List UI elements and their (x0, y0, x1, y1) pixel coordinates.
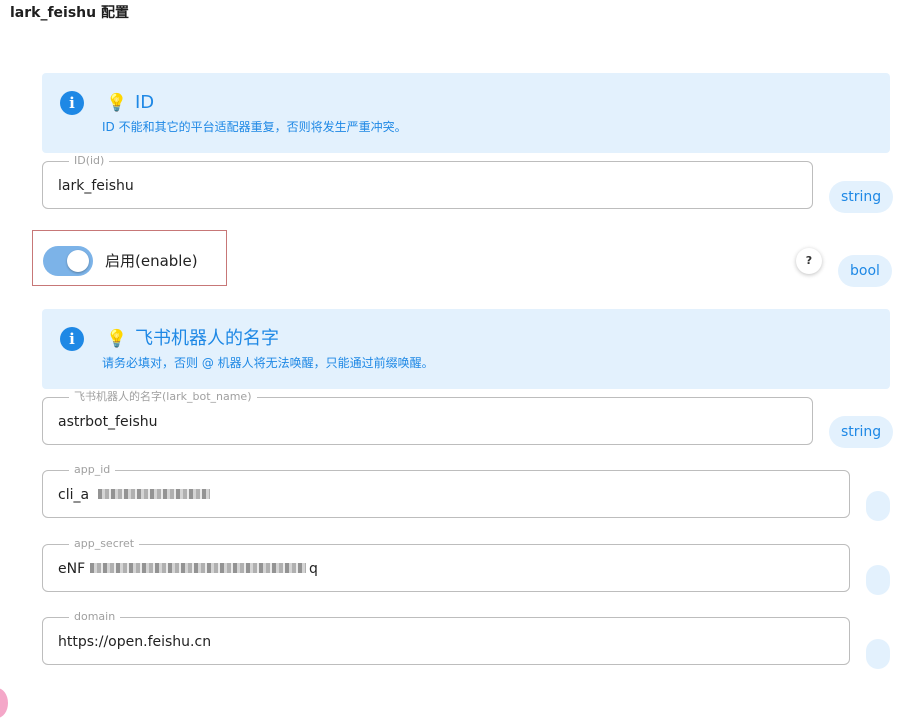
info-icon: i (60, 91, 84, 115)
bot-name-field[interactable]: 飞书机器人的名字(lark_bot_name) (42, 390, 813, 445)
app-id-type-chip (866, 491, 890, 521)
bot-name-field-label: 飞书机器人的名字(lark_bot_name) (69, 390, 257, 404)
id-info-description: ID 不能和其它的平台适配器重复，否则将发生严重冲突。 (102, 120, 407, 134)
app-secret-type-chip (866, 565, 890, 595)
info-icon: i (60, 327, 84, 351)
domain-field[interactable]: domain (42, 610, 850, 665)
redacted-text (90, 563, 306, 573)
id-info-box: i 💡 ID ID 不能和其它的平台适配器重复，否则将发生严重冲突。 (42, 73, 890, 153)
domain-input[interactable] (58, 633, 658, 651)
domain-type-chip (866, 639, 890, 669)
app-secret-value[interactable]: eNF (58, 560, 85, 578)
app-id-value[interactable]: cli_a (58, 486, 89, 504)
id-field-label: ID(id) (69, 154, 110, 168)
lightbulb-icon: 💡 (106, 329, 128, 349)
redacted-text (98, 489, 210, 499)
app-secret-suffix: q (309, 561, 318, 577)
help-button[interactable]: ? (796, 248, 822, 274)
app-id-field[interactable]: app_id cli_a (42, 463, 850, 518)
bot-name-info-title: 飞书机器人的名字 (135, 328, 279, 349)
page-title: lark_feishu 配置 (10, 5, 129, 21)
app-secret-field-label: app_secret (69, 537, 140, 551)
enable-type-chip: bool (838, 255, 892, 287)
enable-label: 启用(enable) (105, 252, 198, 270)
lightbulb-icon: 💡 (106, 93, 128, 113)
bot-name-type-chip: string (829, 416, 894, 448)
bot-name-info-box: i 💡 飞书机器人的名字 请务必填对，否则 @ 机器人将无法唤醒，只能通过前缀唤… (42, 309, 890, 389)
id-field[interactable]: ID(id) (42, 154, 813, 209)
floating-action-button[interactable] (0, 688, 8, 718)
app-secret-field[interactable]: app_secret eNF q (42, 537, 850, 592)
id-input[interactable] (58, 177, 658, 195)
switch-knob (67, 250, 89, 272)
id-type-chip: string (829, 181, 894, 213)
enable-toggle-row[interactable]: 启用(enable) (32, 230, 227, 286)
enable-switch[interactable] (43, 246, 93, 276)
id-info-title: ID (135, 92, 155, 113)
domain-field-label: domain (69, 610, 121, 624)
bot-name-input[interactable] (58, 413, 658, 431)
bot-name-info-description: 请务必填对，否则 @ 机器人将无法唤醒，只能通过前缀唤醒。 (102, 356, 434, 370)
app-id-field-label: app_id (69, 463, 116, 477)
